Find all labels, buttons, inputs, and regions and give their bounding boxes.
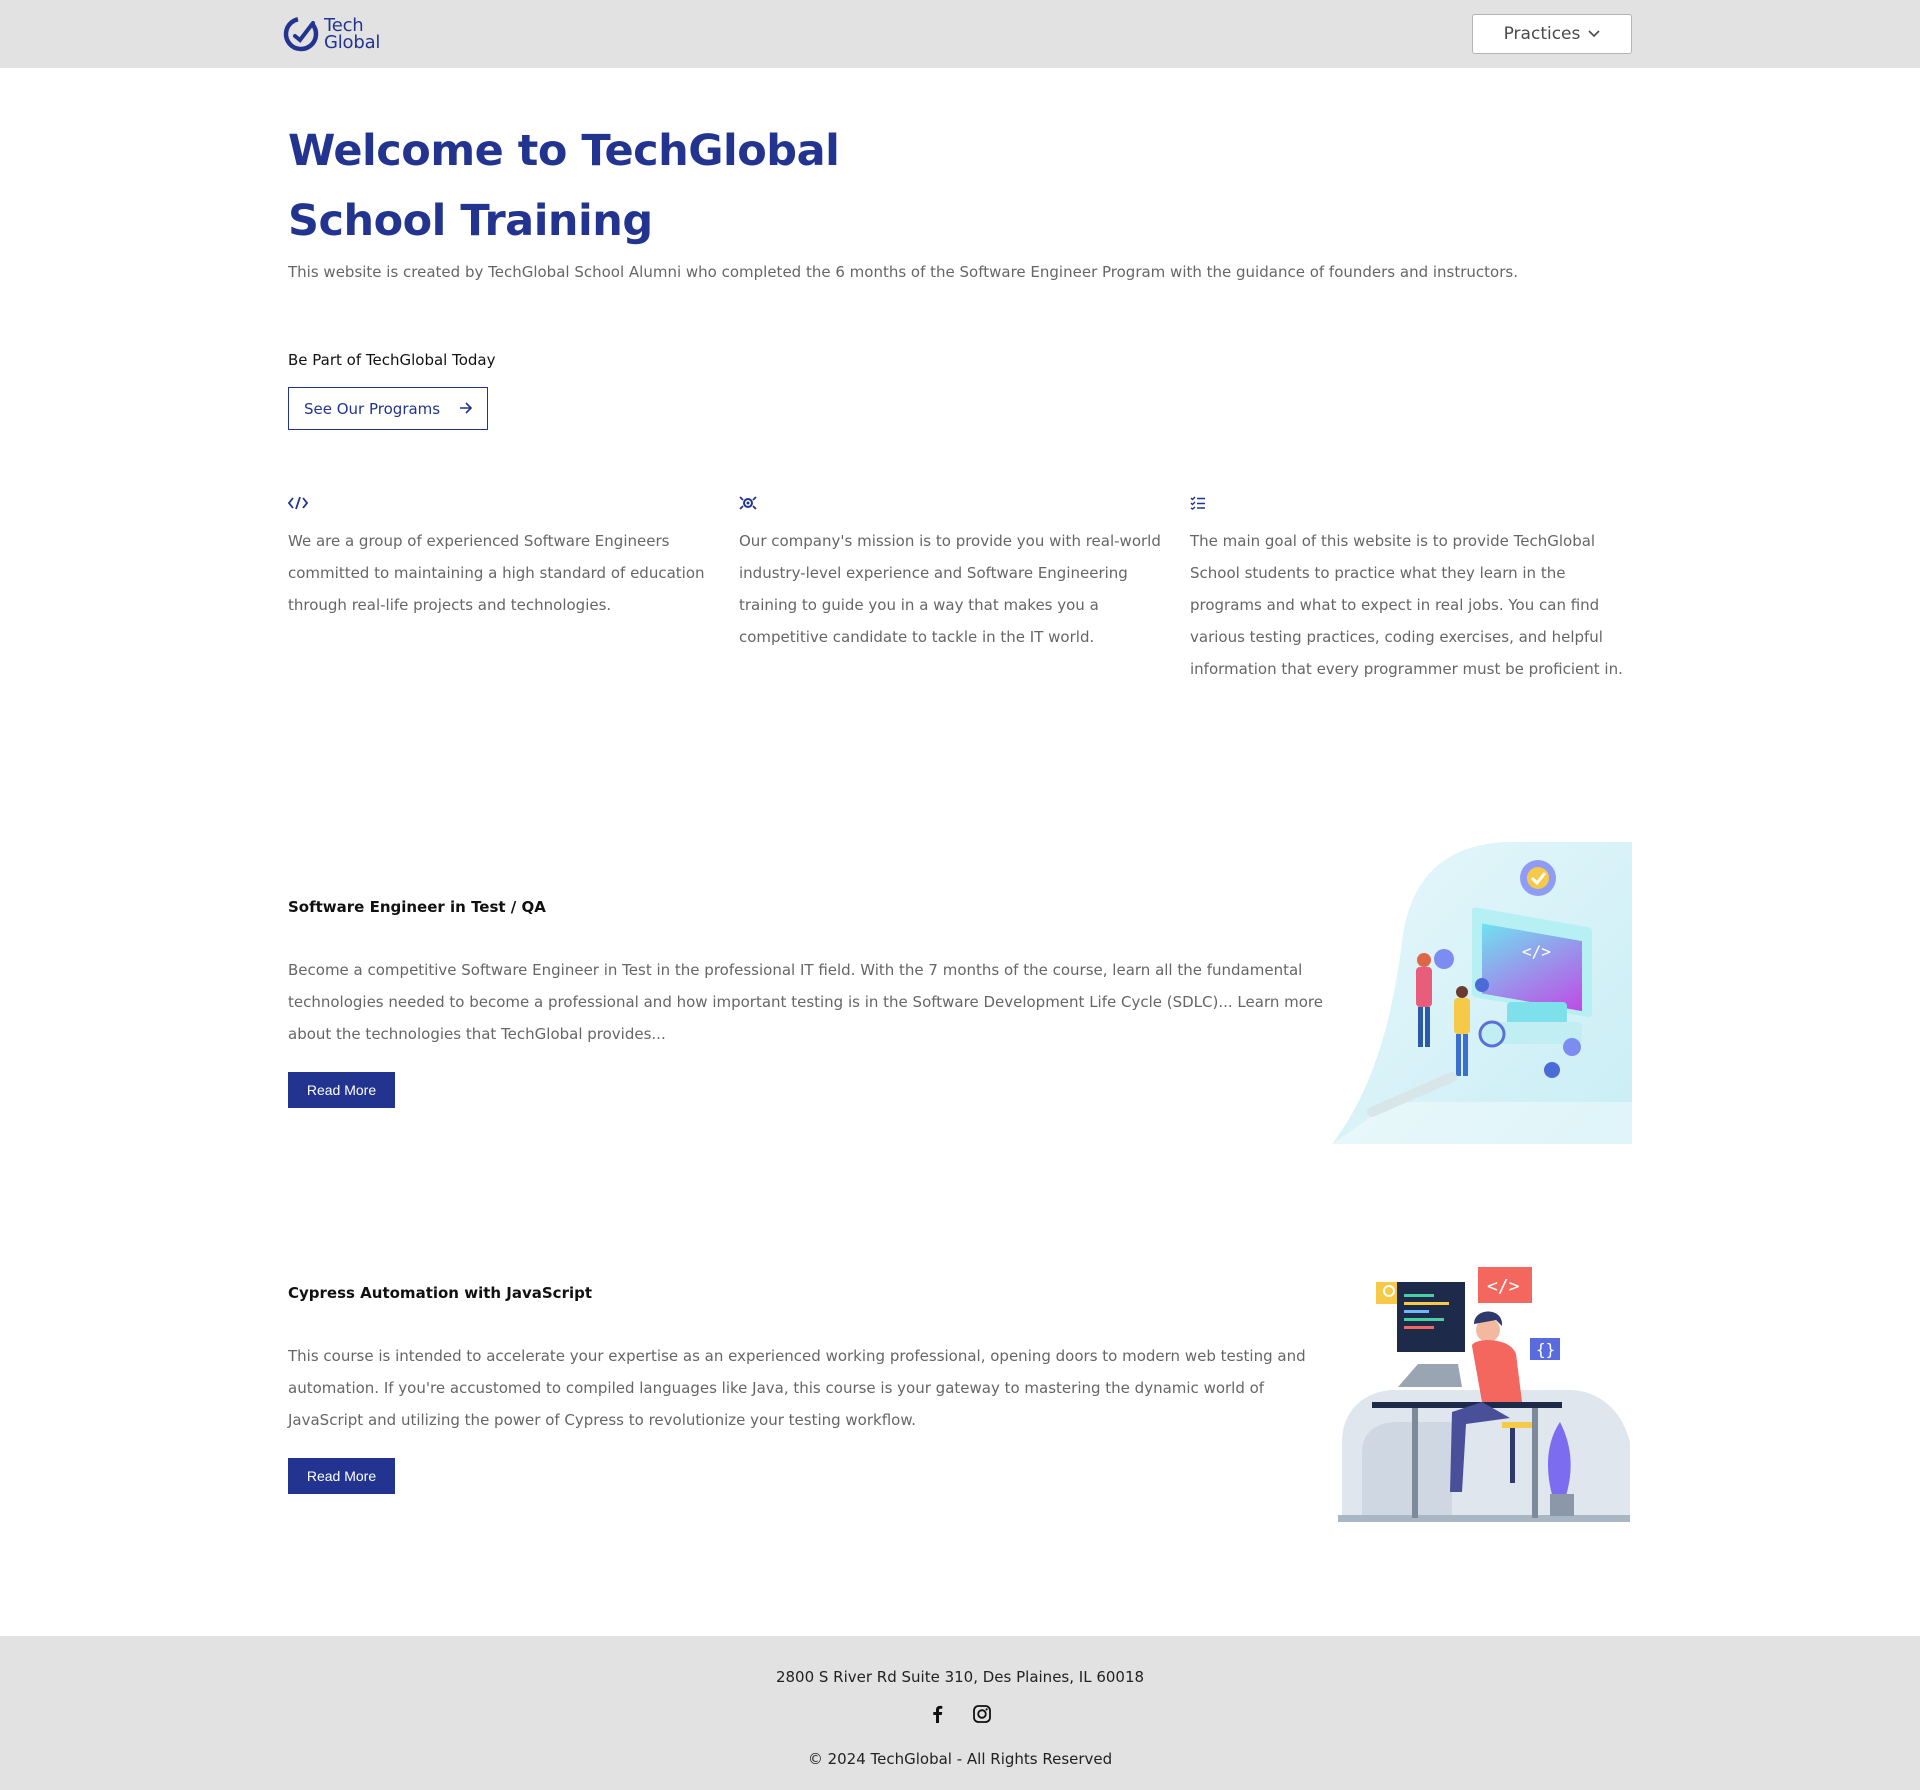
feature-text: We are a group of experienced Software E… — [288, 532, 705, 614]
see-our-programs-label: See Our Programs — [304, 399, 441, 418]
hero-subtitle: This website is created by TechGlobal Sc… — [288, 263, 1518, 281]
course-description: This course is intended to accelerate yo… — [288, 1347, 1306, 1429]
logo-mark-icon — [283, 16, 319, 52]
see-our-programs-button[interactable]: See Our Programs — [288, 387, 488, 430]
footer: 2800 S River Rd Suite 310, Des Plaines, … — [0, 1636, 1920, 1790]
social-links — [0, 1704, 1920, 1724]
page-title: Welcome to TechGlobal School Training — [288, 126, 840, 246]
qa-testing-illustration: </> — [1332, 842, 1632, 1144]
practices-dropdown-button[interactable]: Practices — [1472, 14, 1632, 54]
logo-text: Tech Global — [324, 17, 381, 53]
arrow-right-icon — [460, 402, 473, 414]
course-card-cypress: Cypress Automation with JavaScript This … — [288, 1284, 1328, 1494]
course-description: Become a competitive Software Engineer i… — [288, 961, 1323, 1043]
feature-goal: The main goal of this website is to prov… — [1190, 495, 1630, 685]
developer-at-desk-illustration: </> {} — [1332, 1262, 1632, 1524]
course-title: Cypress Automation with JavaScript — [288, 1284, 593, 1302]
cta-heading: Be Part of TechGlobal Today — [288, 351, 496, 369]
instagram-icon[interactable] — [972, 1704, 992, 1724]
feature-text: Our company's mission is to provide you … — [739, 532, 1161, 646]
footer-copyright: © 2024 TechGlobal - All Rights Reserved — [807, 1750, 1113, 1768]
practices-label: Practices — [1503, 24, 1581, 44]
svg-text:{}: {} — [1536, 1340, 1555, 1359]
course-card-sdet: Software Engineer in Test / QA Become a … — [288, 898, 1328, 1108]
top-navbar: Tech Global Practices — [0, 0, 1920, 68]
read-more-button[interactable]: Read More — [288, 1072, 395, 1108]
svg-text:</>: </> — [1522, 942, 1551, 961]
target-icon — [739, 495, 1179, 513]
svg-text:</>: </> — [1487, 1276, 1520, 1297]
chevron-down-icon — [1588, 30, 1600, 38]
facebook-icon[interactable] — [928, 1704, 948, 1724]
feature-engineers: We are a group of experienced Software E… — [287, 495, 728, 621]
techglobal-logo[interactable]: Tech Global — [282, 14, 380, 54]
feature-mission: Our company's mission is to provide you … — [739, 495, 1179, 653]
read-more-button[interactable]: Read More — [288, 1458, 395, 1494]
code-icon — [287, 495, 728, 513]
checklist-icon — [1190, 495, 1630, 513]
feature-text: The main goal of this website is to prov… — [1190, 532, 1623, 678]
course-title: Software Engineer in Test / QA — [288, 898, 546, 916]
footer-address: 2800 S River Rd Suite 310, Des Plaines, … — [775, 1668, 1145, 1686]
logo-line-global: Global — [324, 32, 381, 53]
